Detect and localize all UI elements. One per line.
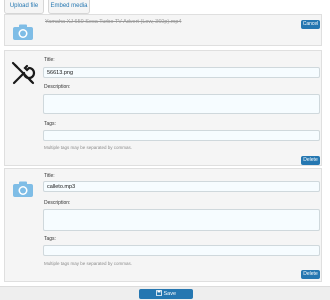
camera-icon <box>8 17 38 47</box>
form-footer: Save <box>0 286 330 300</box>
description-label: Description: <box>44 200 71 206</box>
tab-upload-file[interactable]: Upload file <box>4 0 44 14</box>
description-textarea[interactable] <box>43 209 320 231</box>
tags-label: Tags: <box>44 236 56 242</box>
wrench-screwdriver-icon <box>8 59 38 89</box>
title-input[interactable]: 56613.png <box>43 67 320 78</box>
tags-hint: Multiple tags may be separated by commas… <box>44 261 133 266</box>
title-input[interactable]: calleto.mp3 <box>43 181 320 192</box>
tags-input[interactable] <box>43 245 320 256</box>
description-textarea[interactable] <box>43 94 320 114</box>
description-label: Description: <box>44 84 71 90</box>
cancel-button[interactable]: Cancel <box>301 20 320 29</box>
tags-input[interactable] <box>43 130 320 141</box>
title-label: Title: <box>44 173 55 179</box>
save-label: Save <box>163 291 177 297</box>
title-label: Title: <box>44 57 55 63</box>
save-button[interactable]: Save <box>139 289 193 299</box>
delete-button[interactable]: Delete <box>301 270 320 279</box>
media-item: Title: calleto.mp3 Description: Tags: Mu… <box>4 168 322 282</box>
tags-label: Tags: <box>44 121 56 127</box>
delete-button[interactable]: Delete <box>301 156 320 165</box>
upload-filename: Yamaha XJ 650 Seca Turbo TV Advert (Low,… <box>45 19 182 25</box>
camera-icon <box>8 174 38 204</box>
upload-progress-panel: Yamaha XJ 650 Seca Turbo TV Advert (Low,… <box>4 14 322 46</box>
save-icon <box>155 289 162 299</box>
tags-hint: Multiple tags may be separated by commas… <box>44 145 133 150</box>
tab-embed-media[interactable]: Embed media <box>48 0 90 14</box>
media-item: Title: 56613.png Description: Tags: Mult… <box>4 50 322 166</box>
